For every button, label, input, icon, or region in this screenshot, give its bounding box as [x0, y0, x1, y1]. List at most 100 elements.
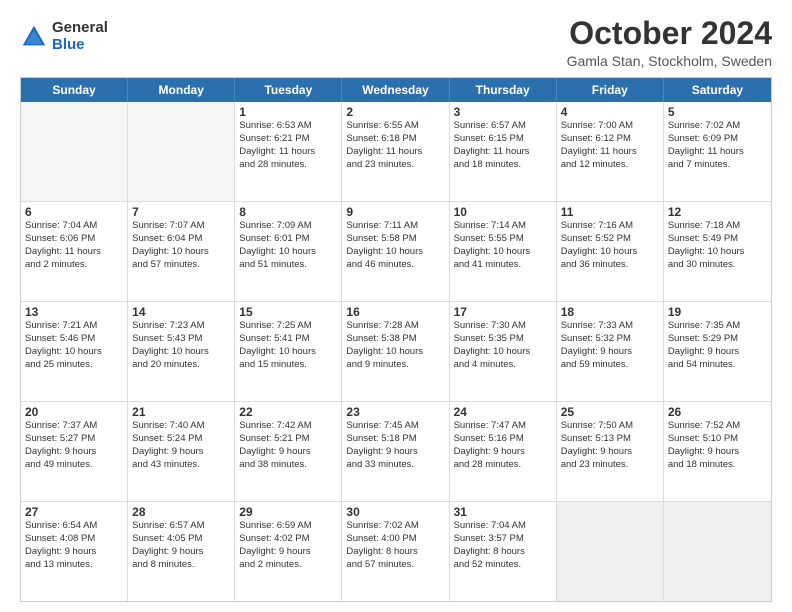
calendar-body: 1Sunrise: 6:53 AMSunset: 6:21 PMDaylight…: [21, 102, 771, 601]
calendar-cell: 28Sunrise: 6:57 AMSunset: 4:05 PMDayligh…: [128, 502, 235, 601]
header-day: Saturday: [664, 78, 771, 102]
calendar-cell: 1Sunrise: 6:53 AMSunset: 6:21 PMDaylight…: [235, 102, 342, 201]
calendar-cell: 7Sunrise: 7:07 AMSunset: 6:04 PMDaylight…: [128, 202, 235, 301]
calendar-row: 27Sunrise: 6:54 AMSunset: 4:08 PMDayligh…: [21, 501, 771, 601]
cell-info-line: Sunrise: 7:09 AM: [239, 220, 337, 233]
day-number: 1: [239, 105, 337, 119]
calendar-cell: 9Sunrise: 7:11 AMSunset: 5:58 PMDaylight…: [342, 202, 449, 301]
calendar-cell: 6Sunrise: 7:04 AMSunset: 6:06 PMDaylight…: [21, 202, 128, 301]
day-number: 2: [346, 105, 444, 119]
cell-info-line: Daylight: 9 hours: [561, 446, 659, 459]
cell-info-line: Sunset: 5:49 PM: [668, 233, 767, 246]
calendar-cell: 14Sunrise: 7:23 AMSunset: 5:43 PMDayligh…: [128, 302, 235, 401]
cell-info-line: Daylight: 10 hours: [25, 346, 123, 359]
calendar-cell: 22Sunrise: 7:42 AMSunset: 5:21 PMDayligh…: [235, 402, 342, 501]
cell-info-line: Sunrise: 7:42 AM: [239, 420, 337, 433]
day-number: 5: [668, 105, 767, 119]
title-block: October 2024 Gamla Stan, Stockholm, Swed…: [567, 16, 772, 69]
main-title: October 2024: [567, 16, 772, 51]
calendar-header: SundayMondayTuesdayWednesdayThursdayFrid…: [21, 78, 771, 102]
calendar-row: 13Sunrise: 7:21 AMSunset: 5:46 PMDayligh…: [21, 301, 771, 401]
cell-info-line: Daylight: 9 hours: [239, 546, 337, 559]
logo-icon: [20, 23, 48, 51]
cell-info-line: Sunrise: 6:57 AM: [454, 120, 552, 133]
cell-info-line: Sunset: 5:52 PM: [561, 233, 659, 246]
cell-info-line: Daylight: 11 hours: [25, 246, 123, 259]
cell-info-line: Sunset: 6:04 PM: [132, 233, 230, 246]
cell-info-line: Sunrise: 7:40 AM: [132, 420, 230, 433]
cell-info-line: and 2 minutes.: [239, 559, 337, 572]
cell-info-line: Sunset: 4:08 PM: [25, 533, 123, 546]
cell-info-line: Sunrise: 7:04 AM: [25, 220, 123, 233]
cell-info-line: Sunset: 4:02 PM: [239, 533, 337, 546]
cell-info-line: and 57 minutes.: [346, 559, 444, 572]
calendar-cell: 21Sunrise: 7:40 AMSunset: 5:24 PMDayligh…: [128, 402, 235, 501]
cell-info-line: Sunrise: 7:50 AM: [561, 420, 659, 433]
day-number: 21: [132, 405, 230, 419]
logo-blue: Blue: [52, 37, 108, 54]
cell-info-line: Daylight: 11 hours: [346, 146, 444, 159]
day-number: 31: [454, 505, 552, 519]
cell-info-line: Sunrise: 7:52 AM: [668, 420, 767, 433]
cell-info-line: Sunrise: 7:47 AM: [454, 420, 552, 433]
calendar-cell: 18Sunrise: 7:33 AMSunset: 5:32 PMDayligh…: [557, 302, 664, 401]
cell-info-line: Daylight: 10 hours: [239, 246, 337, 259]
cell-info-line: and 38 minutes.: [239, 459, 337, 472]
cell-info-line: Daylight: 9 hours: [668, 446, 767, 459]
cell-info-line: and 23 minutes.: [346, 159, 444, 172]
cell-info-line: Daylight: 10 hours: [454, 246, 552, 259]
cell-info-line: Sunset: 5:27 PM: [25, 433, 123, 446]
cell-info-line: and 18 minutes.: [454, 159, 552, 172]
calendar-cell: 10Sunrise: 7:14 AMSunset: 5:55 PMDayligh…: [450, 202, 557, 301]
cell-info-line: Daylight: 9 hours: [25, 446, 123, 459]
cell-info-line: Daylight: 9 hours: [25, 546, 123, 559]
calendar-cell: [664, 502, 771, 601]
cell-info-line: Daylight: 11 hours: [239, 146, 337, 159]
calendar-cell: [557, 502, 664, 601]
day-number: 15: [239, 305, 337, 319]
cell-info-line: Daylight: 11 hours: [561, 146, 659, 159]
day-number: 30: [346, 505, 444, 519]
cell-info-line: Sunset: 5:58 PM: [346, 233, 444, 246]
cell-info-line: Sunrise: 6:55 AM: [346, 120, 444, 133]
calendar-cell: 2Sunrise: 6:55 AMSunset: 6:18 PMDaylight…: [342, 102, 449, 201]
cell-info-line: and 15 minutes.: [239, 359, 337, 372]
calendar-cell: 24Sunrise: 7:47 AMSunset: 5:16 PMDayligh…: [450, 402, 557, 501]
cell-info-line: Sunrise: 6:59 AM: [239, 520, 337, 533]
cell-info-line: Sunset: 3:57 PM: [454, 533, 552, 546]
cell-info-line: Sunrise: 7:45 AM: [346, 420, 444, 433]
cell-info-line: Sunset: 5:55 PM: [454, 233, 552, 246]
calendar-row: 20Sunrise: 7:37 AMSunset: 5:27 PMDayligh…: [21, 401, 771, 501]
calendar-cell: 27Sunrise: 6:54 AMSunset: 4:08 PMDayligh…: [21, 502, 128, 601]
calendar-cell: 31Sunrise: 7:04 AMSunset: 3:57 PMDayligh…: [450, 502, 557, 601]
cell-info-line: Sunset: 5:35 PM: [454, 333, 552, 346]
cell-info-line: Sunrise: 7:11 AM: [346, 220, 444, 233]
calendar-cell: 13Sunrise: 7:21 AMSunset: 5:46 PMDayligh…: [21, 302, 128, 401]
cell-info-line: Sunset: 6:01 PM: [239, 233, 337, 246]
calendar-cell: 19Sunrise: 7:35 AMSunset: 5:29 PMDayligh…: [664, 302, 771, 401]
calendar-cell: [128, 102, 235, 201]
cell-info-line: Sunrise: 7:14 AM: [454, 220, 552, 233]
cell-info-line: and 43 minutes.: [132, 459, 230, 472]
day-number: 25: [561, 405, 659, 419]
cell-info-line: and 4 minutes.: [454, 359, 552, 372]
calendar-cell: 17Sunrise: 7:30 AMSunset: 5:35 PMDayligh…: [450, 302, 557, 401]
header-day: Thursday: [450, 78, 557, 102]
cell-info-line: and 20 minutes.: [132, 359, 230, 372]
subtitle: Gamla Stan, Stockholm, Sweden: [567, 53, 772, 69]
cell-info-line: Sunrise: 7:02 AM: [346, 520, 444, 533]
header-day: Tuesday: [235, 78, 342, 102]
cell-info-line: Daylight: 11 hours: [668, 146, 767, 159]
day-number: 12: [668, 205, 767, 219]
cell-info-line: Sunrise: 7:02 AM: [668, 120, 767, 133]
cell-info-line: Daylight: 10 hours: [561, 246, 659, 259]
cell-info-line: Daylight: 9 hours: [239, 446, 337, 459]
cell-info-line: and 54 minutes.: [668, 359, 767, 372]
day-number: 9: [346, 205, 444, 219]
logo-text: General Blue: [52, 20, 108, 53]
cell-info-line: Daylight: 10 hours: [132, 246, 230, 259]
cell-info-line: Daylight: 10 hours: [239, 346, 337, 359]
calendar-cell: [21, 102, 128, 201]
cell-info-line: Sunset: 6:09 PM: [668, 133, 767, 146]
cell-info-line: Daylight: 10 hours: [346, 246, 444, 259]
